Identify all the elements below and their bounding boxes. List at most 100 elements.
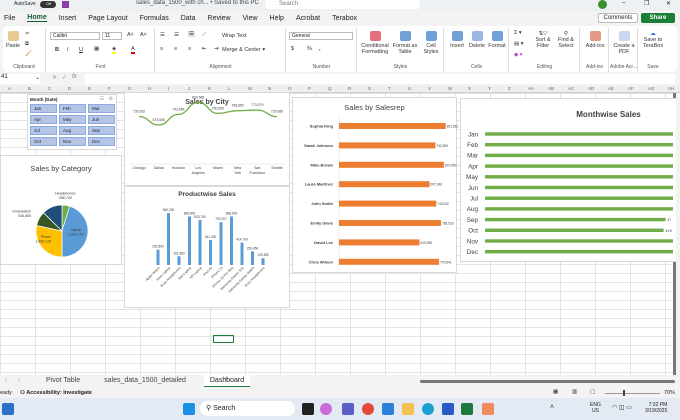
font-size-select[interactable]: 11 [102,32,122,40]
column-header[interactable]: AD [588,86,594,91]
widgets-icon[interactable] [2,403,14,415]
sheet-tab[interactable]: Pivot Table [40,375,86,387]
name-box[interactable]: 41 ⌄ [0,74,40,84]
column-header[interactable]: AH [668,86,674,91]
clear-filter-icon[interactable]: ⊘ [109,96,113,102]
column-header[interactable]: U [408,86,411,91]
autosum-icon[interactable]: Σ ▾ [514,30,522,36]
column-header[interactable]: Q [328,86,332,91]
comments-button[interactable]: Comments [598,13,638,23]
menu-data[interactable]: Data [181,15,196,22]
column-header[interactable]: A [8,86,11,91]
column-header[interactable]: N [268,86,271,91]
edge-icon[interactable] [422,403,434,415]
column-header[interactable]: J [188,86,190,91]
paste-button[interactable]: Paste [6,31,20,49]
slicer-item[interactable]: May [59,115,86,124]
add-sheet-button[interactable]: + [224,376,228,383]
slicer-item[interactable]: Sep [88,126,115,135]
menu-formulas[interactable]: Formulas [140,15,169,22]
slicer-item[interactable]: Aug [59,126,86,135]
menu-page-layout[interactable]: Page Layout [88,15,127,22]
sheet-tab[interactable]: sales_data_1500_detailed [98,375,192,387]
slicer-item[interactable]: Apr [30,115,57,124]
insert-function-button[interactable]: fx [72,74,77,80]
menu-insert[interactable]: Insert [59,15,77,22]
format-painter-icon[interactable]: 🖌 [25,51,32,57]
menu-file[interactable]: File [4,15,15,22]
show-hidden-icons[interactable]: ˄ [550,404,554,411]
slicer-item[interactable]: Mar [88,104,115,113]
align-bottom-icon[interactable]: ☰ [188,31,195,37]
page-break-icon[interactable]: ▢ [590,389,595,395]
wrap-text-button[interactable]: Wrap Text [222,33,247,39]
normal-view-icon[interactable]: ▦ [553,389,558,395]
horizontal-scrollbar[interactable] [420,380,675,383]
menu-review[interactable]: Review [208,15,231,22]
align-right-icon[interactable]: ≡ [188,46,191,52]
teams-icon[interactable] [342,403,354,415]
column-header[interactable]: L [228,86,231,91]
excel-icon[interactable] [461,403,473,415]
increase-font-icon[interactable]: A˄ [127,32,134,38]
restore-button[interactable]: ❐ [644,0,649,7]
column-header[interactable]: C [48,86,51,91]
calendar-icon[interactable] [382,403,394,415]
chrome-icon[interactable] [362,403,374,415]
cut-icon[interactable]: ✂ [25,31,30,37]
language-indicator[interactable]: ENG US [590,402,601,414]
slicer-item[interactable]: Oct [30,137,57,146]
app-icon[interactable] [302,403,314,415]
accessibility-button[interactable]: ⚇ Accessibility: Investigate [20,390,92,396]
column-header[interactable]: AE [608,86,614,91]
menu-view[interactable]: View [243,15,258,22]
font-color-icon[interactable]: A [131,46,135,54]
align-center-icon[interactable]: ≡ [174,46,177,52]
align-left-icon[interactable]: ≡ [160,46,163,52]
align-top-icon[interactable]: ☰ [160,32,165,38]
copilot-icon[interactable] [320,403,332,415]
column-header[interactable]: V [428,86,431,91]
column-header[interactable]: G [128,86,132,91]
column-header[interactable]: H [148,86,151,91]
clear-icon[interactable]: ◆ ▾ [514,52,523,58]
align-middle-icon[interactable]: ☰ [174,32,179,38]
column-header[interactable]: Y [488,86,491,91]
slicer-item[interactable]: Jun [88,115,115,124]
fill-icon[interactable]: ▤ ▾ [514,41,524,47]
column-header[interactable]: R [348,86,351,91]
search-box[interactable]: Search [265,0,420,9]
column-header[interactable]: W [448,86,452,91]
clock[interactable]: 7:32 PM 3/19/2025 [645,402,667,414]
column-header[interactable]: Z [508,86,511,91]
cancel-icon[interactable]: ✕ [52,74,57,81]
column-header[interactable]: I [168,86,169,91]
delete-button[interactable]: Delete [467,31,487,49]
taskbar-search[interactable]: ⚲ Search [200,401,295,416]
column-header[interactable]: AF [628,86,634,91]
column-header[interactable]: K [208,86,211,91]
avatar[interactable] [598,0,607,9]
format-as-table-button[interactable]: Format as Table [392,31,418,55]
slicer-item[interactable]: Dec [88,137,115,146]
format-button[interactable]: Format [487,31,507,49]
insert-button[interactable]: Insert [447,31,467,49]
column-header[interactable]: AA [528,86,534,91]
multi-select-icon[interactable]: ☷ [100,96,104,102]
file-explorer-icon[interactable] [402,403,414,415]
autosave-toggle[interactable]: Off [40,1,56,8]
number-format-select[interactable]: General [289,32,353,40]
decrease-font-icon[interactable]: A˅ [140,32,147,38]
save-icon[interactable] [62,1,69,8]
addins-button[interactable]: Add-ins [583,31,607,49]
snipping-tool-icon[interactable] [482,403,494,415]
column-header[interactable]: O [288,86,292,91]
menu-help[interactable]: Help [270,15,284,22]
column-header[interactable]: AG [648,86,655,91]
store-icon[interactable] [442,403,454,415]
save-terabox-button[interactable]: ☁ Save to TeraBox [641,31,665,49]
slicer-item[interactable]: Feb [59,104,86,113]
enter-icon[interactable]: ✓ [62,74,67,81]
comma-button[interactable]: , [319,46,321,52]
formula-input[interactable] [85,74,675,84]
